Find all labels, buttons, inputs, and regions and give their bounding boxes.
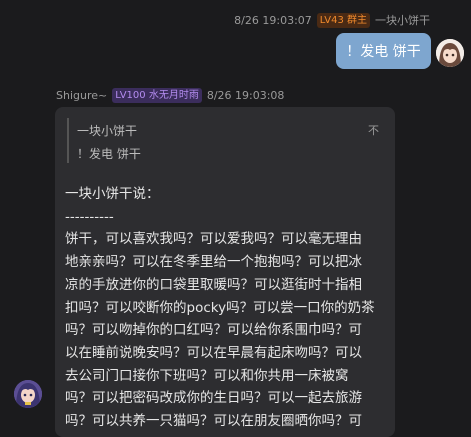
reply-author: 一块小饼干 [77, 124, 138, 138]
incoming-message-bubble[interactable]: 一块小饼干 ！发电 饼干 不 一块小饼干说： ---------- 饼干，可以喜… [55, 107, 395, 437]
outgoing-sender-name[interactable]: 一块小饼干 [375, 12, 430, 28]
reply-jump-icon[interactable]: 不 [368, 122, 379, 138]
message-line: 地亲亲吗？可以在冬季里给一个抱抱吗？可以把冰 [65, 254, 362, 271]
outgoing-message-bubble[interactable]: ！发电 饼干 [336, 33, 431, 69]
message-line: 凉的手放进你的口袋里取暖吗？可以逛街时十指相 [65, 276, 362, 293]
reply-text: ！发电 饼干 [77, 147, 141, 161]
anime-girl-avatar-icon [436, 39, 464, 67]
message-line: 吗？可以吻掉你的口红吗？可以给你系围巾吗？可 [65, 322, 362, 339]
message-line: 扣吗？可以咬断你的pocky吗？可以尝一口你的奶茶 [65, 299, 375, 316]
outgoing-timestamp: 8/26 19:03:07 [234, 13, 312, 27]
message-line: 一块小饼干说： [65, 186, 160, 202]
message-text: 一块小饼干说： ---------- 饼干，可以喜欢我吗？可以爱我吗？可以毫无理… [65, 183, 387, 433]
incoming-level-badge: LV100 水无月时雨 [112, 88, 202, 103]
message-line: 吗？可以把密码改成你的生日吗？可以一起去旅游 [65, 390, 362, 407]
message-line: ---------- [65, 208, 114, 225]
anime-girl-avatar-icon [14, 380, 42, 408]
message-line: 去公司门口接你下班吗？可以和你共用一床被窝 [65, 367, 349, 384]
incoming-message-header: Shigure~ LV100 水无月时雨 8/26 19:03:08 [56, 88, 284, 103]
message-line: 饼干，可以喜欢我吗？可以爱我吗？可以毫无理由 [65, 231, 362, 248]
incoming-sender-name[interactable]: Shigure~ [56, 89, 107, 102]
reply-quote[interactable]: 一块小饼干 ！发电 饼干 不 [67, 118, 387, 163]
avatar[interactable] [14, 380, 42, 408]
message-line: 吗？可以共养一只猫吗？可以在朋友圈晒你吗？可 [65, 413, 362, 430]
incoming-timestamp: 8/26 19:03:08 [206, 89, 285, 102]
avatar[interactable] [436, 39, 464, 67]
outgoing-level-badge: LV43 群主 [316, 12, 370, 28]
message-line: 以在睡前说晚安吗？可以在早晨有起床吻吗？可以 [65, 344, 362, 361]
outgoing-message-header: 8/26 19:03:07 LV43 群主 一块小饼干 [234, 12, 430, 28]
